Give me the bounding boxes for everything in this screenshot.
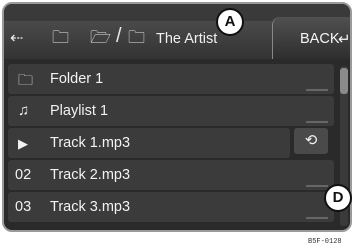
list-item[interactable]: ▶ Track 1.mp3 [8, 128, 290, 158]
track-number: 03 [15, 199, 32, 215]
row-divider [306, 121, 328, 123]
figure-code: B5F-0128 [308, 238, 342, 246]
repeat-icon: ⟲ [304, 132, 318, 149]
scrollbar-thumb[interactable] [340, 68, 348, 94]
list-item-label: Track 3.mp3 [50, 199, 131, 215]
list-item[interactable]: 02 Track 2.mp3 [8, 160, 334, 190]
separator-icon: / [116, 25, 122, 47]
list-item-label: Folder 1 [50, 71, 104, 87]
folder-icon[interactable]: 🗀 [128, 29, 145, 46]
back-button-label: BACK [300, 31, 340, 47]
callout-d: D [324, 184, 352, 212]
row-divider [306, 185, 328, 187]
list-item-label: Playlist 1 [50, 103, 109, 119]
row-divider [306, 89, 328, 91]
back-arrow-icon: ↵ [338, 31, 351, 48]
list-item[interactable]: ♫ Playlist 1 [8, 96, 334, 126]
row-divider [306, 217, 328, 219]
folder-icon[interactable]: 🗀 [52, 29, 69, 46]
callout-a: A [216, 8, 244, 36]
track-number: 02 [15, 167, 32, 183]
list-item-label: Track 1.mp3 [50, 135, 131, 151]
playlist-icon: ♫ [18, 102, 30, 119]
list-item[interactable]: 03 Track 3.mp3 [8, 192, 334, 222]
usb-icon[interactable]: ⇠ [10, 30, 23, 47]
repeat-button[interactable]: ⟲ [294, 128, 328, 154]
current-path-label: The Artist [156, 31, 218, 47]
list-item[interactable]: 🗀 Folder 1 [8, 64, 334, 94]
play-icon: ▶ [18, 136, 28, 151]
infotainment-screen: ⇠ 🗀 🗁 / 🗀 The Artist BACK ↵ 🗀 Folder 1 ♫… [2, 2, 352, 232]
list-item-label: Track 2.mp3 [50, 167, 131, 183]
folder-open-icon[interactable]: 🗁 [90, 29, 111, 46]
folder-icon: 🗀 [18, 72, 34, 89]
